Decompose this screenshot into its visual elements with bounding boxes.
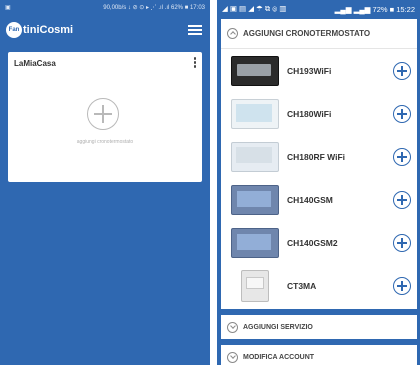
status-bar: ▣ 90,00b/s ↓ ⊘ ⊙ ▸ ⋰ .ıl .ıl 62% ■ 17:03 <box>0 0 210 15</box>
add-device-button[interactable] <box>393 190 411 209</box>
device-name: CT3MA <box>287 280 317 291</box>
chevron-up-icon <box>227 28 238 39</box>
status-bar: ◢ ▣ ▤ ◢ ☂ ⧉ ⦾ ▥ ▂▄▆ ▂▄▆ 72% ■ 15:22 <box>217 0 420 18</box>
device-name: CH180WiFi <box>287 108 332 119</box>
right-phone-screen: ◢ ▣ ▤ ◢ ☂ ⧉ ⦾ ▥ ▂▄▆ ▂▄▆ 72% ■ 15:22 AGGI… <box>217 0 420 365</box>
fantini-cosmi-logo: Fan tiniCosmi <box>6 22 73 38</box>
chevron-down-icon <box>227 351 238 363</box>
more-options-icon[interactable] <box>193 57 196 68</box>
add-device-button[interactable] <box>393 233 411 252</box>
device-name: CH140GSM <box>287 194 333 205</box>
add-thermostat-caption: aggiungi cronotermostato <box>76 139 134 145</box>
add-device-button[interactable] <box>393 104 411 123</box>
section-label: AGGIUNGI SERVIZIO <box>243 323 313 331</box>
module-thumbnail-icon <box>241 269 269 302</box>
hamburger-menu-icon[interactable] <box>188 25 202 35</box>
device-item-ch193wifi[interactable]: CH193WiFi <box>221 49 417 92</box>
device-item-ch180wifi[interactable]: CH180WiFi <box>221 92 417 135</box>
add-device-button[interactable] <box>393 61 411 80</box>
section-header-add-thermostat[interactable]: AGGIUNGI CRONOTERMOSTATO <box>221 19 417 49</box>
thermostat-thumbnail-icon <box>231 98 279 129</box>
device-item-ch180rf-wifi[interactable]: CH180RF WiFi <box>221 135 417 178</box>
home-card[interactable]: LaMiaCasa aggiungi cronotermostato <box>8 52 202 182</box>
add-thermostat-icon[interactable] <box>87 98 119 130</box>
status-bar-right: ▂▄▆ ▂▄▆ 72% ■ 15:22 <box>334 4 415 14</box>
device-item-ch140gsm2[interactable]: CH140GSM2 <box>221 221 417 264</box>
device-name: CH180RF WiFi <box>287 151 346 162</box>
image-icon: ▣ <box>5 5 11 11</box>
chevron-down-icon <box>227 321 238 333</box>
device-name: CH193WiFi <box>287 65 332 76</box>
device-name: CH140GSM2 <box>287 237 338 248</box>
home-card-title: LaMiaCasa <box>14 59 56 68</box>
logo-text: tiniCosmi <box>23 24 74 36</box>
thermostat-thumbnail-icon <box>231 55 279 86</box>
status-bar-right: 90,00b/s ↓ ⊘ ⊙ ▸ ⋰ .ıl .ıl 62% ■ 17:03 <box>103 5 205 11</box>
thermostat-thumbnail-icon <box>231 227 279 258</box>
section-add-service[interactable]: AGGIUNGI SERVIZIO <box>221 315 417 339</box>
device-item-ch140gsm[interactable]: CH140GSM <box>221 178 417 221</box>
section-label: MODIFICA ACCOUNT <box>243 353 315 361</box>
section-edit-account[interactable]: MODIFICA ACCOUNT <box>221 345 417 365</box>
app-bar: Fan tiniCosmi <box>0 15 210 45</box>
left-phone-screen: ▣ 90,00b/s ↓ ⊘ ⊙ ▸ ⋰ .ıl .ıl 62% ■ 17:03… <box>0 0 210 365</box>
add-thermostat-panel: AGGIUNGI CRONOTERMOSTATO CH193WiFi CH180… <box>221 19 417 309</box>
add-device-button[interactable] <box>393 147 411 166</box>
section-header-label: AGGIUNGI CRONOTERMOSTATO <box>243 29 371 38</box>
logo-badge: Fan <box>6 22 22 38</box>
device-item-ct3ma[interactable]: CT3MA <box>221 264 417 307</box>
thermostat-thumbnail-icon <box>231 141 279 172</box>
status-bar-left-icons: ◢ ▣ ▤ ◢ ☂ ⧉ ⦾ ▥ <box>222 4 287 13</box>
add-device-button[interactable] <box>393 276 411 295</box>
thermostat-thumbnail-icon <box>231 184 279 215</box>
